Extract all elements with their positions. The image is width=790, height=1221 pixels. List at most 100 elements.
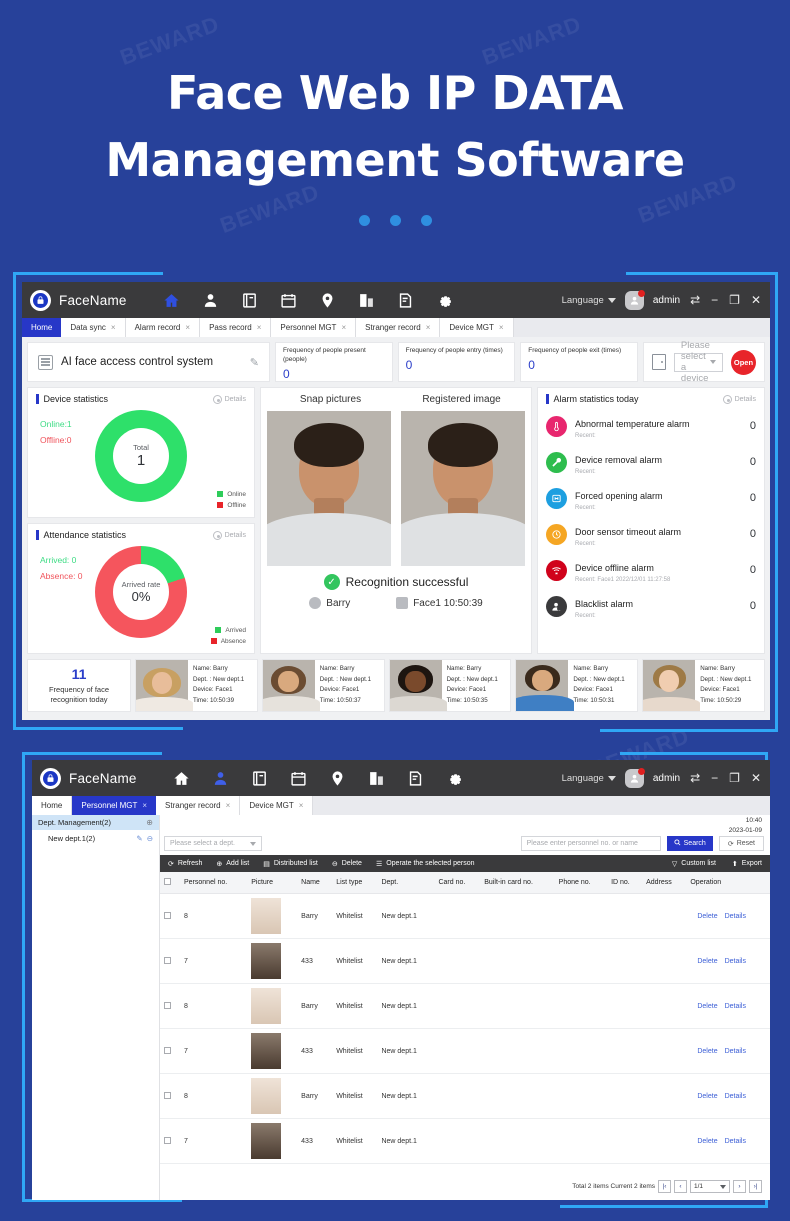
filmstrip-item[interactable]: Name: Barry Dept. : New dept.1 Device: F… (515, 659, 639, 712)
gear-icon[interactable] (446, 770, 463, 787)
close-icon[interactable]: × (499, 323, 504, 332)
avatar[interactable] (624, 289, 645, 310)
tab-personnel-mgt[interactable]: Personnel MGT × (72, 796, 157, 815)
tab-stranger-record[interactable]: Stranger record × (156, 796, 241, 815)
export-button[interactable]: ⬆ Export (732, 860, 762, 868)
report-icon[interactable] (397, 292, 414, 309)
dept-select[interactable]: Please select a dept. (164, 836, 262, 851)
details-link[interactable]: Details (212, 530, 246, 540)
custom-list-button[interactable]: ▽ Custom list (672, 860, 716, 868)
operate-selected-button[interactable]: ☰ Operate the selected person (376, 860, 475, 868)
tab-device-mgt[interactable]: Device MGT × (440, 318, 514, 337)
details-link[interactable]: Details (722, 394, 756, 404)
door-lock-icon[interactable] (358, 292, 375, 309)
row-checkbox[interactable] (164, 1091, 171, 1099)
alarm-row[interactable]: Device removal alarm Recent: 0 (546, 444, 756, 480)
table-row[interactable]: 7 433 Whitelist New dept.1 Delete Details (160, 938, 770, 984)
tab-pass-record[interactable]: Pass record × (200, 318, 272, 337)
device-select[interactable]: Please select a device (673, 340, 723, 384)
delete-link[interactable]: Delete (697, 1003, 717, 1010)
archive-icon[interactable] (241, 292, 258, 309)
details-link[interactable]: Details (725, 913, 746, 920)
alarm-row[interactable]: Blacklist alarm Recent: 0 (546, 588, 756, 624)
row-checkbox[interactable] (164, 1001, 171, 1009)
first-page-button[interactable]: |‹ (658, 1180, 671, 1193)
close-icon[interactable]: × (341, 323, 346, 332)
filmstrip-item[interactable]: Name: Barry Dept. : New dept.1 Device: F… (388, 659, 512, 712)
close-icon[interactable]: × (111, 323, 116, 332)
carousel-dot[interactable] (420, 215, 432, 227)
add-dept-icon[interactable]: ⊕ (146, 818, 153, 827)
edit-pencil-icon[interactable]: ✎ (250, 356, 259, 369)
details-link[interactable]: Details (212, 394, 246, 404)
tab-device-mgt[interactable]: Device MGT × (240, 796, 314, 815)
carousel-dot[interactable] (358, 215, 370, 227)
next-page-button[interactable]: › (733, 1180, 746, 1193)
filmstrip-item[interactable]: Name: Barry Dept. : New dept.1 Device: F… (642, 659, 765, 712)
carousel-dot[interactable] (389, 215, 401, 227)
page-select[interactable]: 1/1 (690, 1180, 730, 1193)
open-door-button[interactable]: Open (730, 349, 756, 375)
gear-icon[interactable] (436, 292, 453, 309)
user-icon[interactable] (202, 292, 219, 309)
close-icon[interactable]: × (226, 801, 231, 810)
filmstrip-item[interactable]: Name: Barry Dept. : New dept.1 Device: F… (261, 659, 385, 712)
archive-icon[interactable] (251, 770, 268, 787)
edit-pencil-icon[interactable]: ✎ (136, 834, 142, 843)
tab-alarm-record[interactable]: Alarm record × (125, 318, 201, 337)
alarm-row[interactable]: Abnormal temperature alarm Recent: 0 (546, 408, 756, 444)
avatar[interactable] (624, 767, 645, 788)
home-icon[interactable] (163, 292, 180, 309)
alarm-row[interactable]: Device offline alarm Recent: Face1 2022/1… (546, 552, 756, 588)
filmstrip-item[interactable]: Name: Barry Dept. : New dept.1 Device: F… (135, 659, 258, 712)
delete-link[interactable]: Delete (697, 1138, 717, 1145)
table-row[interactable]: 7 433 Whitelist New dept.1 Delete Details (160, 1028, 770, 1074)
close-icon[interactable]: × (299, 801, 304, 810)
sidebar-item-dept-management[interactable]: Dept. Management(2) ⊕ (32, 815, 159, 830)
report-icon[interactable] (407, 770, 424, 787)
close-icon[interactable]: ✕ (750, 771, 762, 785)
alarm-row[interactable]: Door sensor timeout alarm Recent: 0 (546, 516, 756, 552)
language-selector[interactable]: Language (562, 773, 616, 784)
calendar-icon[interactable] (290, 770, 307, 787)
search-button[interactable]: Search (666, 836, 713, 851)
minimize-icon[interactable]: − (710, 293, 719, 307)
location-icon[interactable] (329, 770, 346, 787)
row-checkbox[interactable] (164, 911, 171, 919)
tab-data-sync[interactable]: Data sync × (61, 318, 126, 337)
add-list-button[interactable]: ⊕ Add list (216, 860, 249, 868)
tab-stranger-record[interactable]: Stranger record × (356, 318, 441, 337)
last-page-button[interactable]: ›| (749, 1180, 762, 1193)
search-input[interactable]: Please enter personnel no. or name (520, 836, 661, 851)
home-icon[interactable] (173, 770, 190, 787)
carousel-dots[interactable] (0, 215, 790, 227)
details-link[interactable]: Details (725, 958, 746, 965)
reset-button[interactable]: ⟳ Reset (718, 836, 764, 851)
remove-circle-icon[interactable]: ⊖ (147, 834, 153, 843)
language-selector[interactable]: Language (562, 295, 616, 306)
switch-icon[interactable]: ⇄ (689, 771, 701, 785)
delete-link[interactable]: Delete (697, 1048, 717, 1055)
tab-home[interactable]: Home (22, 318, 62, 337)
row-checkbox[interactable] (164, 1046, 171, 1054)
maximize-icon[interactable]: ❐ (728, 771, 741, 785)
close-icon[interactable]: × (257, 323, 262, 332)
table-row[interactable]: 8 Barry Whitelist New dept.1 Delete Detai… (160, 893, 770, 939)
delete-link[interactable]: Delete (697, 958, 717, 965)
tab-home[interactable]: Home (32, 796, 73, 815)
maximize-icon[interactable]: ❐ (728, 293, 741, 307)
row-checkbox[interactable] (164, 956, 171, 964)
close-icon[interactable]: ✕ (750, 293, 762, 307)
table-row[interactable]: 8 Barry Whitelist New dept.1 Delete Detai… (160, 983, 770, 1029)
door-lock-icon[interactable] (368, 770, 385, 787)
details-link[interactable]: Details (725, 1003, 746, 1010)
tab-personnel-mgt[interactable]: Personnel MGT × (271, 318, 357, 337)
table-row[interactable]: 7 433 Whitelist New dept.1 Delete Details (160, 1118, 770, 1164)
table-row[interactable]: 8 Barry Whitelist New dept.1 Delete Detai… (160, 1073, 770, 1119)
close-icon[interactable]: × (426, 323, 431, 332)
delete-link[interactable]: Delete (697, 1093, 717, 1100)
calendar-icon[interactable] (280, 292, 297, 309)
close-icon[interactable]: × (185, 323, 190, 332)
details-link[interactable]: Details (725, 1093, 746, 1100)
details-link[interactable]: Details (725, 1048, 746, 1055)
